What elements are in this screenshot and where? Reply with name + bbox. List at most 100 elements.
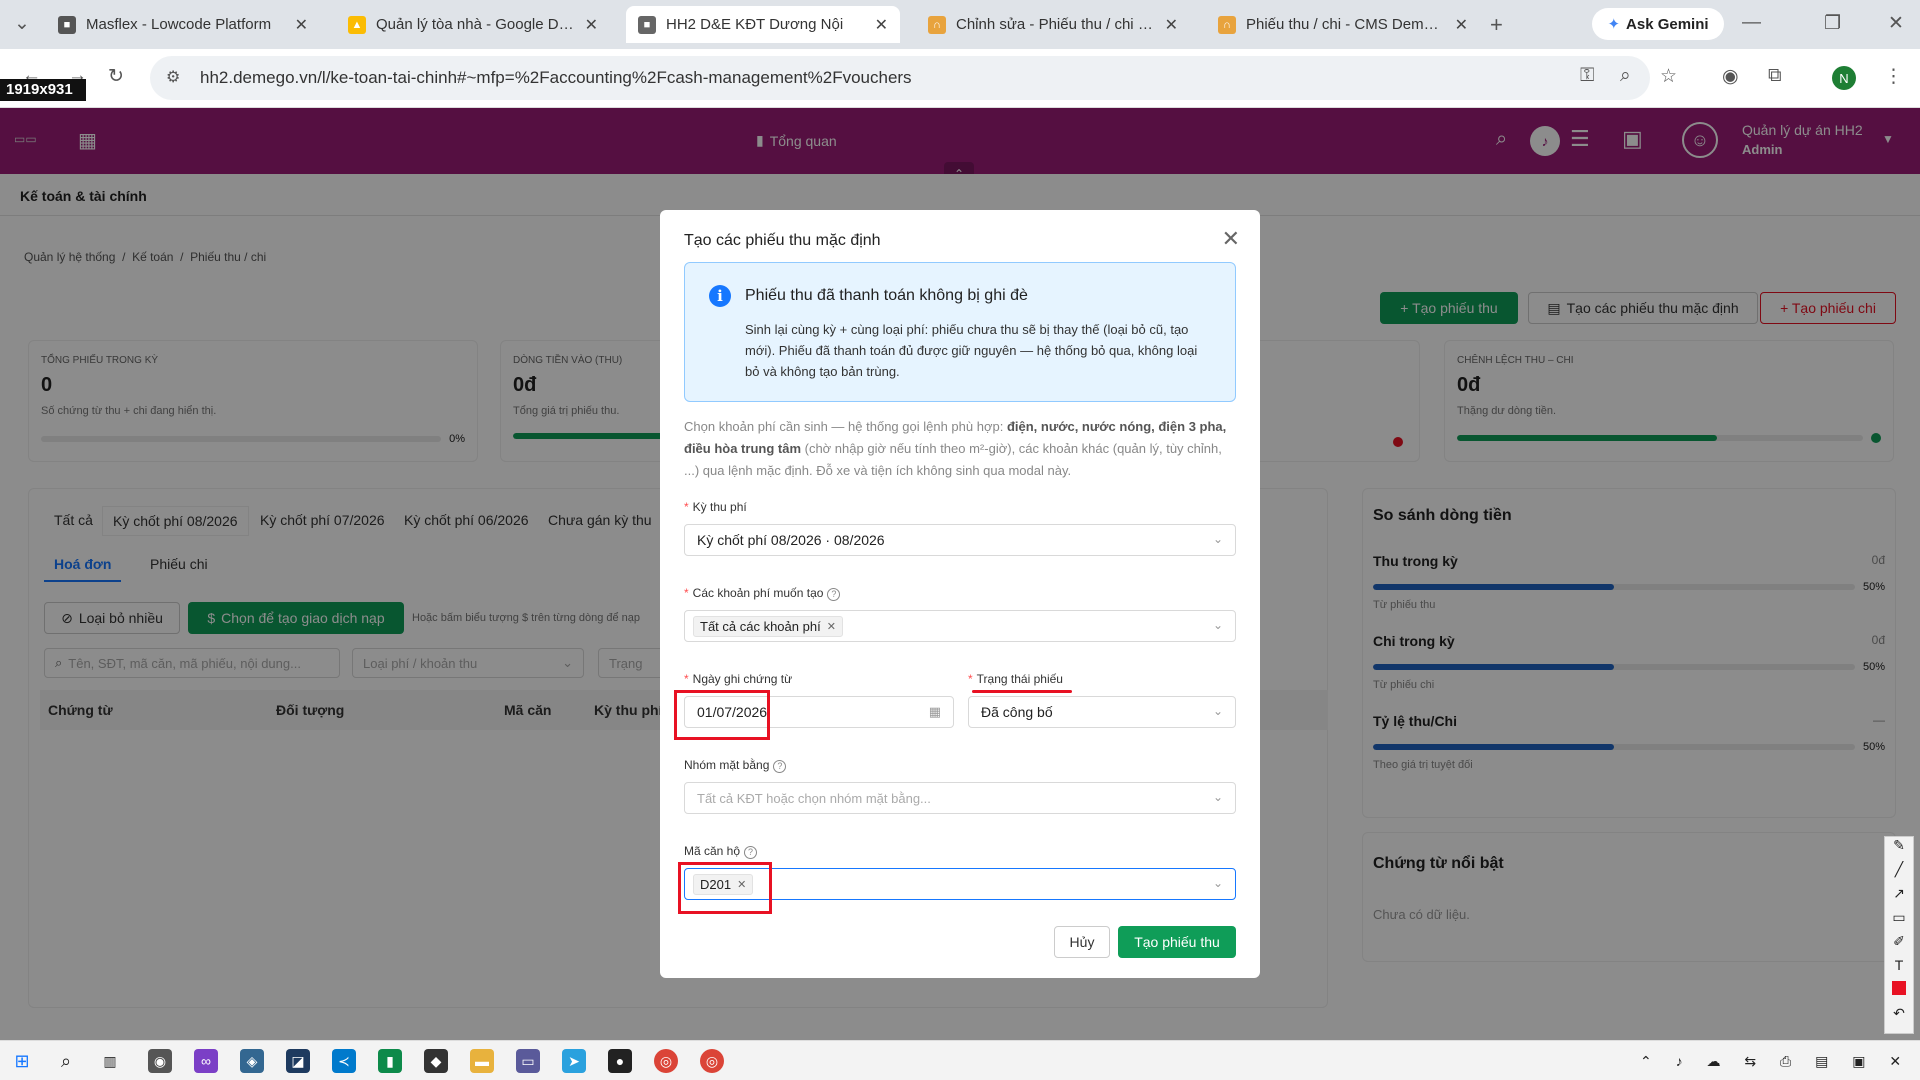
browser-tab[interactable]: ∩ Phiếu thu / chi - CMS Demego ✕ xyxy=(1206,6,1480,43)
tab-title: Masflex - Lowcode Platform xyxy=(86,16,272,33)
label-text: Các khoản phí muốn tạo xyxy=(692,586,824,600)
windows-start-icon[interactable]: ⊞ xyxy=(10,1049,34,1073)
date-label: * Ngày ghi chứng từ xyxy=(684,672,793,686)
site-info-icon[interactable]: ⚙ xyxy=(166,67,180,87)
undo-icon[interactable]: ↶ xyxy=(1885,1005,1913,1029)
browser-tab-bar: ⌄ ■ Masflex - Lowcode Platform ✕ ▲ Quản … xyxy=(0,0,1920,49)
window-close-icon[interactable]: ✕ xyxy=(1888,12,1904,35)
unit-label: Mã căn hộ? xyxy=(684,844,758,859)
sql-icon[interactable]: ◪ xyxy=(286,1049,310,1073)
chrome-icon[interactable]: ◎ xyxy=(654,1049,678,1073)
group-placeholder: Tất cả KĐT hoặc chọn nhóm mặt bằng... xyxy=(697,790,931,806)
close-icon[interactable]: ✕ xyxy=(295,15,308,35)
chevron-down-icon: ⌄ xyxy=(1212,618,1223,632)
fee-tag-label: Tất cả các khoản phí xyxy=(700,618,821,634)
note-text: Chọn khoản phí cần sinh — hệ thống gọi l… xyxy=(684,419,1007,434)
status-select[interactable]: Đã công bố ⌄ xyxy=(968,696,1236,728)
close-icon[interactable]: ✕ xyxy=(875,15,888,35)
tab-title: Quản lý tòa nhà - Google Drive xyxy=(376,16,577,33)
help-icon[interactable]: ? xyxy=(773,760,787,773)
marker-icon[interactable]: ✐ xyxy=(1885,933,1913,957)
chrome-icon[interactable]: ◎ xyxy=(700,1049,724,1073)
calendar-icon: ▦ xyxy=(928,704,941,719)
annotation-box xyxy=(678,862,772,914)
vscode-icon[interactable]: ≺ xyxy=(332,1049,356,1073)
browser-tab-active[interactable]: ■ HH2 D&E KĐT Dương Nội ✕ xyxy=(626,6,900,43)
tab-title: HH2 D&E KĐT Dương Nội xyxy=(666,16,844,33)
label-text: Nhóm mặt bằng xyxy=(684,758,770,772)
color-swatch-icon[interactable] xyxy=(1885,981,1913,1005)
password-key-icon[interactable]: ⚿ xyxy=(1580,65,1594,87)
reload-icon[interactable]: ↻ xyxy=(108,65,124,88)
line-icon[interactable]: ╱ xyxy=(1885,861,1913,885)
status-value: Đã công bố xyxy=(981,704,1053,720)
text-icon[interactable]: T xyxy=(1885,957,1913,981)
arrow-icon[interactable]: ↗ xyxy=(1885,885,1913,909)
search-icon[interactable]: ⌕ xyxy=(54,1049,78,1073)
database-icon[interactable]: ◈ xyxy=(240,1049,264,1073)
help-icon[interactable]: ? xyxy=(744,846,758,859)
remove-tag-icon[interactable]: ✕ xyxy=(827,620,836,633)
pen-icon[interactable]: ✎ xyxy=(1885,837,1913,861)
system-tray[interactable]: ⌃ ♪ ☁ ⇆ ⎙ ▤ ▣ ✕ xyxy=(1640,1053,1911,1070)
camera-app-icon[interactable]: ◉ xyxy=(148,1049,172,1073)
chevron-down-icon: ⌄ xyxy=(1212,704,1223,718)
annotation-toolbar: ✎ ╱ ↗ ▭ ✐ T ↶ xyxy=(1884,836,1914,1034)
app-icon[interactable]: ▭ xyxy=(516,1049,540,1073)
label-text: Ngày ghi chứng từ xyxy=(692,672,793,686)
telegram-icon[interactable]: ➤ xyxy=(562,1049,586,1073)
period-select[interactable]: Kỳ chốt phí 08/2026 · 08/2026 ⌄ xyxy=(684,524,1236,556)
chevron-down-icon: ⌄ xyxy=(1212,876,1223,890)
close-icon[interactable]: ✕ xyxy=(585,15,598,35)
info-alert: i Phiếu thu đã thanh toán không bị ghi đ… xyxy=(684,262,1236,402)
group-select[interactable]: Tất cả KĐT hoặc chọn nhóm mặt bằng... ⌄ xyxy=(684,782,1236,814)
submit-button[interactable]: Tạo phiếu thu xyxy=(1118,926,1236,958)
favicon-icon: ∩ xyxy=(1218,15,1236,34)
label-text: Mã căn hộ xyxy=(684,844,741,858)
menu-dots-icon[interactable]: ⋮ xyxy=(1884,65,1903,88)
new-tab-button[interactable]: + xyxy=(1490,12,1503,38)
annotation-underline xyxy=(972,690,1072,693)
modal-title: Tạo các phiếu thu mặc định xyxy=(684,232,881,249)
tab-search-icon[interactable]: ⌄ xyxy=(14,12,30,35)
annotation-box xyxy=(674,690,770,740)
group-label: Nhóm mặt bằng? xyxy=(684,758,787,773)
zoom-icon[interactable]: ⌕ xyxy=(1620,65,1631,87)
fees-label: * Các khoản phí muốn tạo? xyxy=(684,586,841,601)
browser-tab[interactable]: ▲ Quản lý tòa nhà - Google Drive ✕ xyxy=(336,6,610,43)
visual-studio-icon[interactable]: ∞ xyxy=(194,1049,218,1073)
fee-tag: Tất cả các khoản phí ✕ xyxy=(693,615,843,637)
close-icon[interactable]: ✕ xyxy=(1165,15,1178,35)
browser-tab[interactable]: ■ Masflex - Lowcode Platform ✕ xyxy=(46,6,320,43)
github-icon[interactable]: ● xyxy=(608,1049,632,1073)
chevron-down-icon: ⌄ xyxy=(1212,532,1223,546)
bookmark-star-icon[interactable]: ☆ xyxy=(1660,65,1677,88)
close-icon[interactable]: ✕ xyxy=(1222,226,1240,252)
cancel-button[interactable]: Hủy xyxy=(1054,926,1110,958)
task-view-icon[interactable]: ▥ xyxy=(98,1049,122,1073)
camera-icon[interactable]: ◉ xyxy=(1722,65,1739,88)
drive-icon: ▲ xyxy=(348,15,366,34)
browser-tab[interactable]: ∩ Chỉnh sửa - Phiếu thu / chi - CMS ✕ xyxy=(916,6,1190,43)
terminal-icon[interactable]: ▮ xyxy=(378,1049,402,1073)
restore-icon[interactable]: ❐ xyxy=(1824,12,1841,35)
info-body: Sinh lại cùng kỳ + cùng loại phí: phiếu … xyxy=(745,322,1198,379)
minimize-icon[interactable]: — xyxy=(1742,12,1761,34)
label-text: Trạng thái phiếu xyxy=(976,672,1063,686)
fee-note: Chọn khoản phí cần sinh — hệ thống gọi l… xyxy=(684,416,1236,482)
folder-icon[interactable]: ▬ xyxy=(470,1049,494,1073)
label-text: Kỳ thu phí xyxy=(692,500,747,514)
help-icon[interactable]: ? xyxy=(827,588,841,601)
favicon-icon: ■ xyxy=(638,15,656,34)
cube-icon[interactable]: ◆ xyxy=(424,1049,448,1073)
info-icon: i xyxy=(709,285,731,307)
extensions-icon[interactable]: ⧉ xyxy=(1768,65,1782,87)
favicon-icon: ∩ xyxy=(928,15,946,34)
ask-gemini-button[interactable]: ✦ Ask Gemini xyxy=(1592,8,1724,40)
profile-avatar[interactable]: N xyxy=(1832,66,1856,90)
fees-multiselect[interactable]: Tất cả các khoản phí ✕ ⌄ xyxy=(684,610,1236,642)
size-badge: 1919x931 xyxy=(0,79,86,101)
rectangle-icon[interactable]: ▭ xyxy=(1885,909,1913,933)
close-icon[interactable]: ✕ xyxy=(1455,15,1468,35)
address-input[interactable]: ⚙ hh2.demego.vn/l/ke-toan-tai-chinh#~mfp… xyxy=(150,56,1650,100)
